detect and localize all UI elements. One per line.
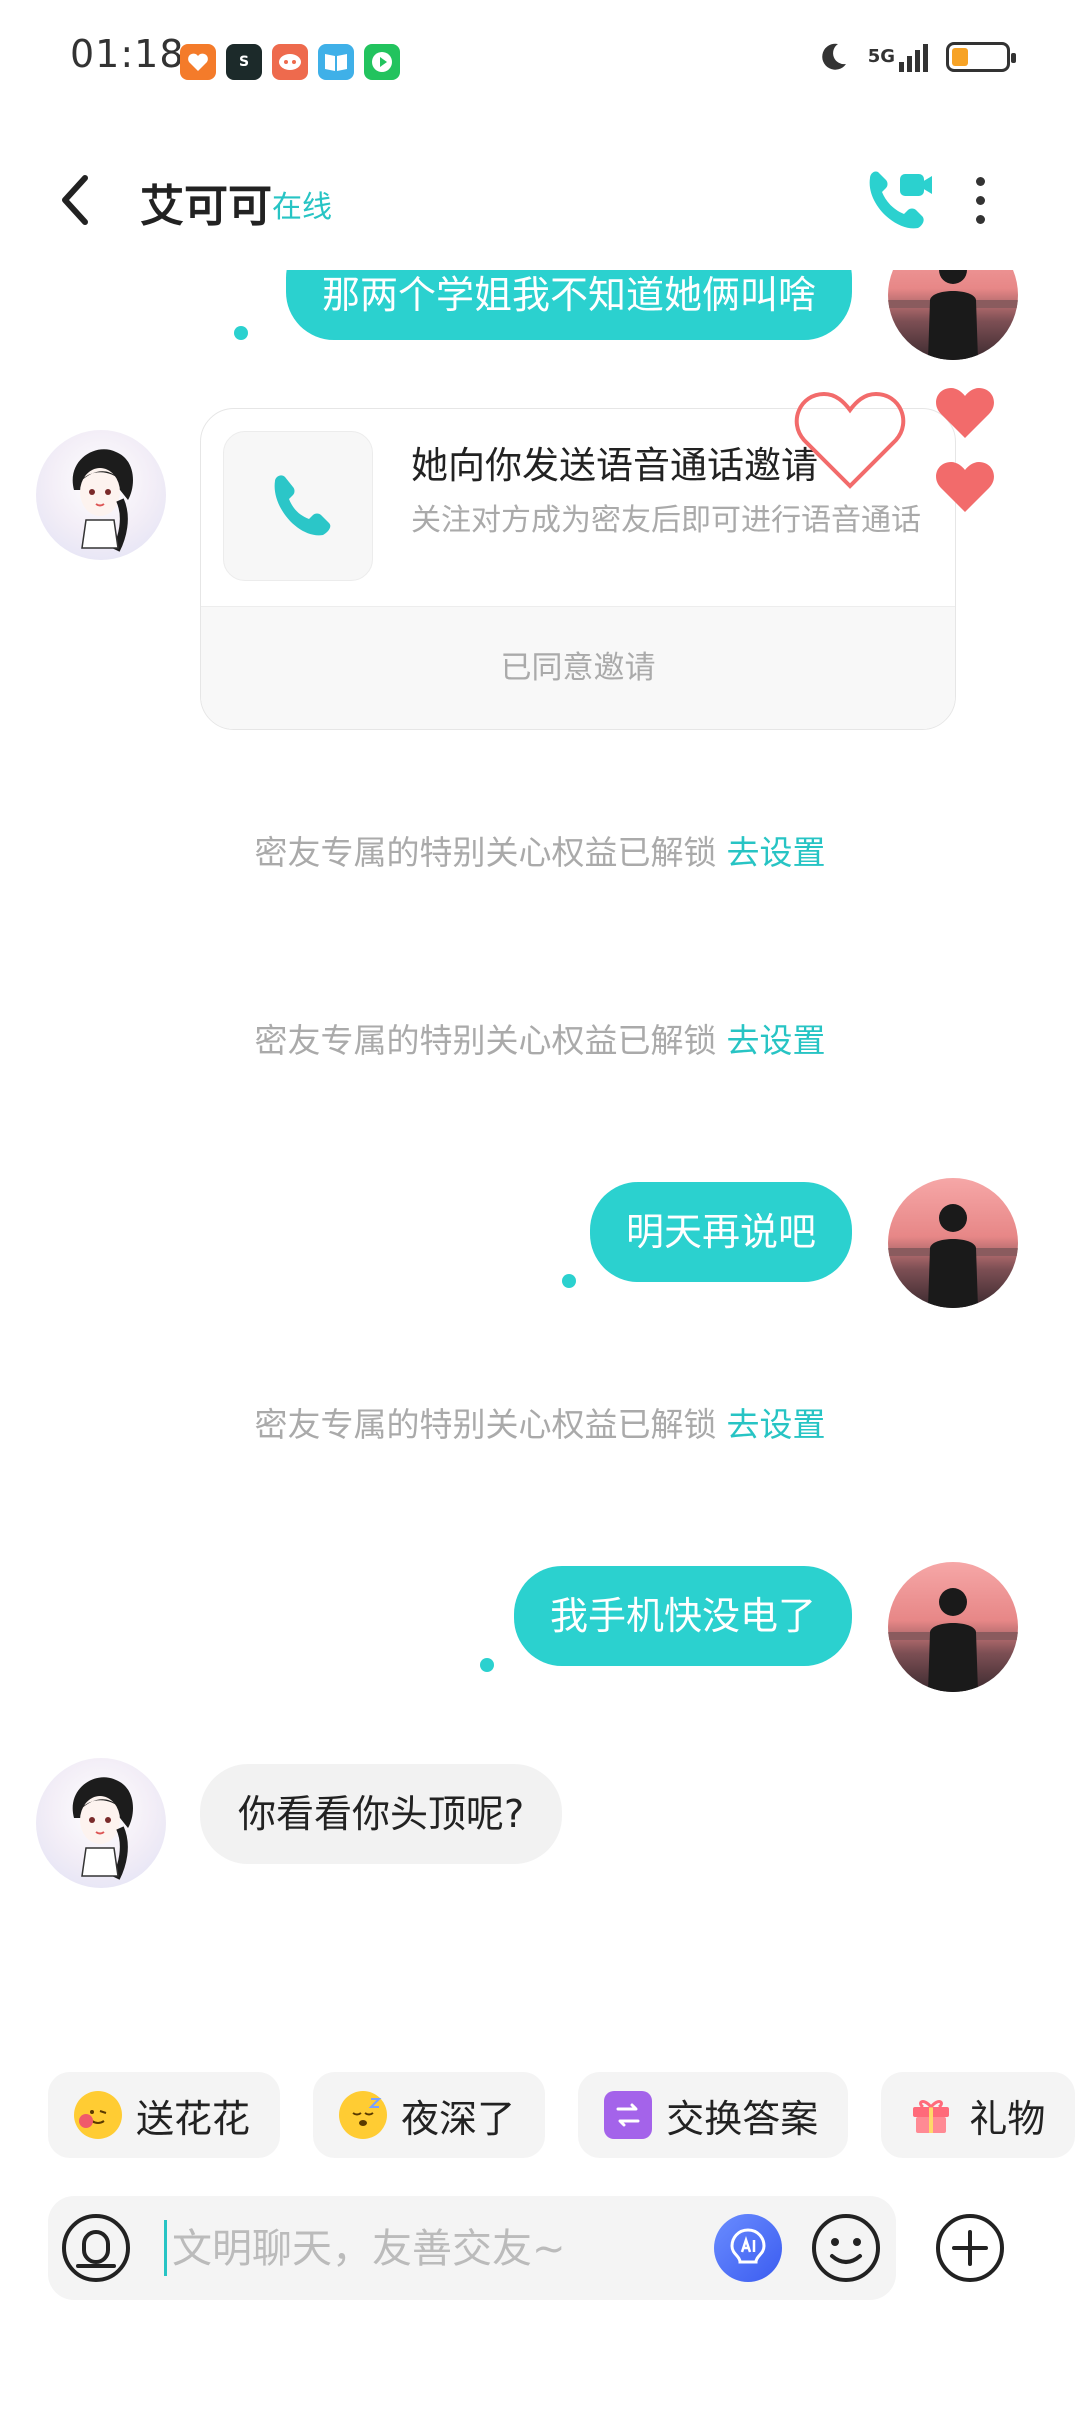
smiley-icon <box>812 2214 880 2282</box>
chip-label: 夜深了 <box>401 2096 516 2141</box>
go-settings-link[interactable]: 去设置 <box>727 833 826 872</box>
call-invitation-description: 关注对方成为密友后即可进行语音通话 <box>411 503 921 538</box>
call-invitation-title: 她向你发送语音通话邀请 <box>411 444 818 487</box>
chip-late-night[interactable]: 夜深了 <box>313 2072 546 2158</box>
quick-reply-chips[interactable]: 送花花 夜深了 交换答案 礼物 <box>48 2072 1080 2162</box>
invitation-accepted-label: 已同意邀请 <box>201 606 955 729</box>
mention-button[interactable] <box>60 2212 132 2284</box>
exchange-icon <box>604 2091 653 2139</box>
more-actions-button[interactable] <box>934 2212 1006 2284</box>
message-bubble-sent[interactable]: 那两个学姐我不知道她俩叫啥 <box>285 270 852 340</box>
chip-send-flowers[interactable]: 送花花 <box>48 2072 281 2158</box>
system-notice: 密友专属的特别关心权益已解锁 去设置 <box>0 1014 1080 1062</box>
chip-gift[interactable]: 礼物 <box>881 2072 1076 2158</box>
message-list[interactable]: 那两个学姐我不知道她俩叫啥 她向你发送语音通话邀请 关注对方成为密友后即可进行语… <box>0 270 1080 2070</box>
online-status: 在线 <box>272 190 332 225</box>
message-input[interactable] <box>170 2196 734 2302</box>
taobao-icon <box>180 44 216 80</box>
status-bar: 01:18 S 5G <box>0 0 1080 120</box>
my-avatar[interactable] <box>888 270 1018 360</box>
heart-icon <box>936 388 994 438</box>
heart-icon <box>936 462 994 512</box>
plus-circle-icon <box>936 2214 1004 2282</box>
at-sign-icon <box>62 2214 130 2282</box>
system-notice: 密友专属的特别关心权益已解锁 去设置 <box>0 1398 1080 1446</box>
chip-label: 送花花 <box>136 2096 251 2141</box>
video-icon <box>364 44 400 80</box>
soul-icon: S <box>226 44 262 80</box>
avatar-silhouette-icon <box>888 270 1018 360</box>
heart-outline-icon <box>794 391 906 489</box>
phone-icon <box>274 475 331 536</box>
system-notice-text: 密友专属的特别关心权益已解锁 <box>254 833 717 872</box>
reader-icon <box>318 44 354 80</box>
chip-exchange-answers[interactable]: 交换答案 <box>578 2072 849 2158</box>
status-time: 01:18 <box>70 32 185 76</box>
voice-call-button[interactable] <box>856 160 936 240</box>
sleepy-emoji-icon <box>339 2091 388 2139</box>
ai-bulb-icon <box>730 2228 766 2264</box>
flower-emoji-icon <box>74 2091 122 2139</box>
my-avatar[interactable] <box>888 1562 1018 1692</box>
anime-girl-avatar-icon <box>72 449 133 552</box>
chat-header: 艾可可 在线 <box>0 140 1080 260</box>
text-cursor <box>164 2220 167 2276</box>
chip-label: 礼物 <box>969 2096 1046 2141</box>
notification-icons: S <box>180 44 400 80</box>
avatar-silhouette-icon <box>888 1588 1018 1692</box>
dot-icon <box>975 195 985 205</box>
signal-indicator: 5G <box>868 42 928 72</box>
moon-icon <box>821 43 846 70</box>
chat-app-icon <box>272 44 308 80</box>
system-notice-text: 密友专属的特别关心权益已解锁 <box>254 1021 717 1060</box>
message-bubble-sent[interactable]: 我手机快没电了 <box>513 1566 852 1666</box>
contact-name[interactable]: 艾可可 <box>140 170 272 234</box>
anime-girl-avatar-icon <box>72 1777 133 1880</box>
ai-assistant-button[interactable] <box>714 2214 782 2282</box>
contact-avatar[interactable] <box>36 1758 166 1888</box>
status-indicators: 5G <box>816 40 1016 74</box>
dot-icon <box>975 214 985 224</box>
emoji-button[interactable] <box>808 2210 884 2286</box>
go-settings-link[interactable]: 去设置 <box>727 1405 826 1444</box>
go-settings-link[interactable]: 去设置 <box>727 1021 826 1060</box>
system-notice: 密友专属的特别关心权益已解锁 去设置 <box>0 826 1080 874</box>
sent-indicator <box>234 326 248 340</box>
message-composer <box>48 2196 896 2302</box>
signal-bars-icon <box>899 42 928 72</box>
my-avatar[interactable] <box>888 1178 1018 1308</box>
avatar-silhouette-icon <box>888 1204 1018 1308</box>
message-bubble-sent[interactable]: 明天再说吧 <box>589 1182 852 1282</box>
call-icon-box <box>223 431 373 581</box>
back-button[interactable] <box>40 165 110 235</box>
chevron-left-icon <box>62 175 88 225</box>
gift-icon <box>907 2091 955 2139</box>
phone-call-icon <box>869 171 932 229</box>
message-bubble-received[interactable]: 你看看你头顶呢? <box>200 1764 563 1864</box>
sent-indicator <box>480 1658 494 1672</box>
more-options-button[interactable] <box>960 170 1000 230</box>
sent-indicator <box>562 1274 576 1288</box>
network-label: 5G <box>867 46 895 67</box>
battery-icon <box>946 42 1016 72</box>
dot-icon <box>975 176 985 186</box>
chip-label: 交换答案 <box>666 2096 819 2141</box>
contact-avatar[interactable] <box>36 430 166 560</box>
system-notice-text: 密友专属的特别关心权益已解锁 <box>254 1405 717 1444</box>
